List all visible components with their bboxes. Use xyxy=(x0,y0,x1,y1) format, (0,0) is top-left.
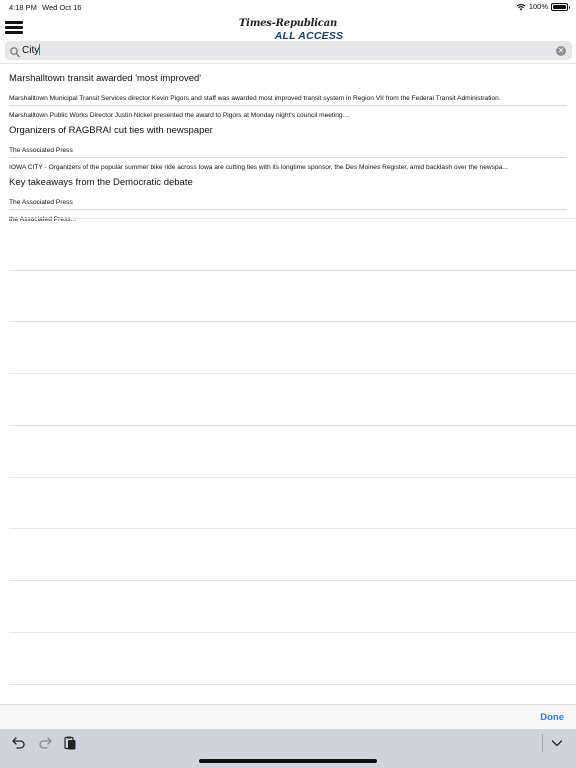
result-item[interactable]: Organizers of RAGBRAI cut ties with news… xyxy=(9,116,567,171)
app-logo: Times-Republican ALL ACCESS xyxy=(0,14,576,42)
done-button[interactable]: Done xyxy=(540,712,564,723)
empty-row-divider xyxy=(9,218,576,219)
toolbar-divider xyxy=(542,734,543,752)
keyboard-accessory-bar: Done xyxy=(0,704,576,730)
redo-icon[interactable] xyxy=(37,735,53,751)
result-snippet-line: The Associated Press xyxy=(9,147,73,155)
row-divider xyxy=(9,105,567,106)
result-item[interactable]: Marshalltown transit awarded 'most impro… xyxy=(9,64,567,119)
app-header: Times-Republican ALL ACCESS xyxy=(0,12,576,42)
result-snippet: The Associated Press the Associated Pres… xyxy=(9,191,567,232)
result-item[interactable]: Key takeaways from the Democratic debate… xyxy=(9,168,567,223)
app-screen: 4:18 PM Wed Oct 16 100% Times-Republican… xyxy=(0,0,576,768)
result-title: Organizers of RAGBRAI cut ties with news… xyxy=(9,125,213,136)
result-snippet-line: The Associated Press xyxy=(9,199,73,207)
undo-icon[interactable] xyxy=(11,735,27,751)
result-snippet-line: the Associated Press... xyxy=(9,215,77,223)
status-indicators: 100% xyxy=(516,2,570,11)
search-bar[interactable]: City ✕ xyxy=(5,41,572,60)
empty-row-divider xyxy=(9,270,576,271)
result-title: Key takeaways from the Democratic debate xyxy=(9,177,193,188)
empty-row-divider xyxy=(9,477,576,478)
battery-percent: 100% xyxy=(528,2,548,11)
clipboard-paste-icon[interactable] xyxy=(62,735,78,751)
status-date: Wed Oct 16 xyxy=(42,3,82,12)
row-divider xyxy=(9,157,567,158)
magnifier-icon xyxy=(10,45,20,63)
search-input-value: City xyxy=(22,45,40,56)
empty-row-divider xyxy=(9,684,576,685)
logo-subtitle: ALL ACCESS xyxy=(274,30,344,42)
empty-row-divider xyxy=(9,425,576,426)
home-indicator xyxy=(199,759,377,763)
battery-icon xyxy=(551,2,570,11)
status-time: 4:18 PM xyxy=(9,3,37,12)
text-caret xyxy=(39,44,41,55)
chevron-down-icon[interactable] xyxy=(549,735,565,751)
search-input[interactable]: City xyxy=(22,41,41,60)
empty-row-divider xyxy=(9,321,576,322)
logo-title: Times-Republican xyxy=(238,18,338,29)
wifi-icon xyxy=(516,3,526,11)
empty-row-divider xyxy=(9,373,576,374)
result-title: Marshalltown transit awarded 'most impro… xyxy=(9,73,202,84)
clear-x-icon[interactable]: ✕ xyxy=(556,46,566,56)
battery-fill xyxy=(553,4,566,9)
empty-row-divider xyxy=(9,580,576,581)
empty-row-divider xyxy=(9,528,576,529)
row-divider xyxy=(9,209,567,210)
result-snippet-line: Marshalltown Municipal Transit Services … xyxy=(9,95,501,103)
empty-row-divider xyxy=(9,632,576,633)
